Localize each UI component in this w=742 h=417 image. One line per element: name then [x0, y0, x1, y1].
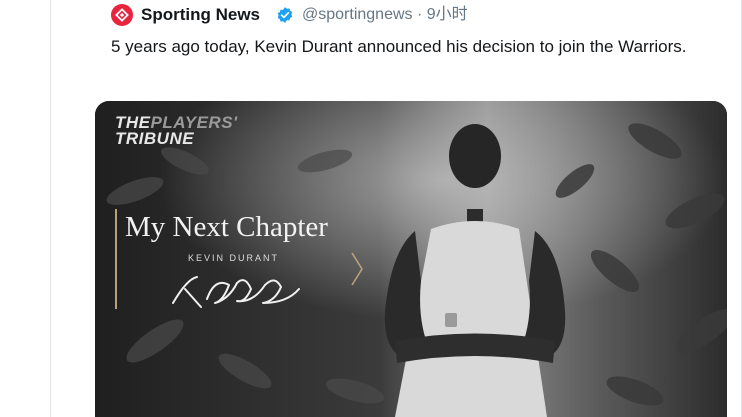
timeline-left-border: [50, 0, 51, 417]
article-byline: KEVIN DURANT: [188, 253, 280, 263]
chevron-right-icon: [351, 252, 363, 286]
gold-accent-bar: [115, 209, 117, 309]
players-tribune-logo: THEPLAYERS' TRIBUNE: [115, 114, 238, 148]
tweet-timestamp[interactable]: 9小时: [427, 6, 468, 23]
verified-badge-icon: [277, 7, 293, 23]
account-handle[interactable]: @sportingnews: [302, 6, 413, 23]
brand-tribune: TRIBUNE: [115, 129, 195, 148]
article-headline: My Next Chapter: [125, 211, 328, 243]
meta-separator: ·: [412, 6, 427, 23]
sporting-news-logo-icon: [115, 8, 129, 22]
tweet-meta: @sportingnews · 9小时: [302, 4, 468, 26]
account-name[interactable]: Sporting News: [141, 4, 260, 26]
sporting-news-avatar[interactable]: [111, 4, 133, 26]
tweet-media-image[interactable]: THEPLAYERS' TRIBUNE My Next Chapter KEVI…: [95, 101, 727, 417]
tweet-text: 5 years ago today, Kevin Durant announce…: [111, 37, 687, 56]
signature-icon: [172, 276, 300, 308]
